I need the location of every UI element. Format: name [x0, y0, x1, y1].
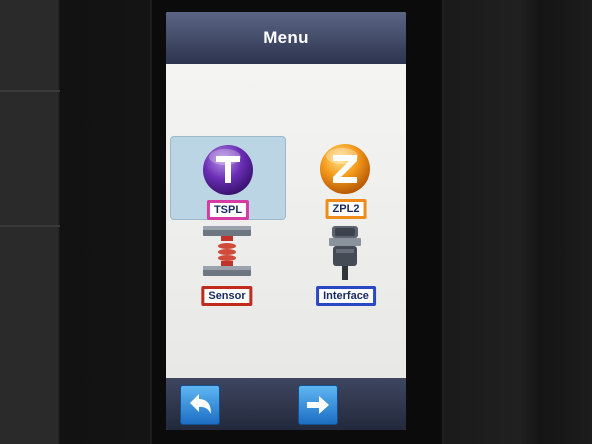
menu-item-label: ZPL2 [325, 199, 367, 219]
serial-connector-icon [329, 226, 361, 280]
title-bar: Menu [166, 12, 406, 64]
menu-grid: TSPL ZPL2 Sensor Interface [166, 64, 406, 378]
back-arrow-icon [190, 394, 211, 414]
page-title: Menu [263, 28, 309, 47]
next-button[interactable] [298, 385, 338, 425]
menu-item-zpl2[interactable]: ZPL2 [290, 136, 402, 219]
back-button[interactable] [180, 385, 220, 425]
zpl2-z-icon [320, 144, 370, 194]
menu-item-tspl[interactable]: TSPL [170, 136, 286, 220]
tspl-t-icon [203, 145, 253, 195]
sensor-icon [203, 226, 251, 276]
menu-item-label: TSPL [206, 200, 250, 220]
nav-bar [166, 378, 406, 430]
menu-item-label: Interface [316, 286, 376, 306]
menu-item-label: Sensor [201, 286, 253, 306]
menu-item-interface[interactable]: Interface [290, 224, 402, 306]
touch-screen: Menu TSPL ZPL2 Sensor Interface [166, 12, 406, 430]
housing-seam [0, 225, 60, 227]
housing-seam [0, 90, 60, 92]
menu-item-sensor[interactable]: Sensor [170, 224, 284, 306]
next-arrow-icon [307, 396, 329, 414]
